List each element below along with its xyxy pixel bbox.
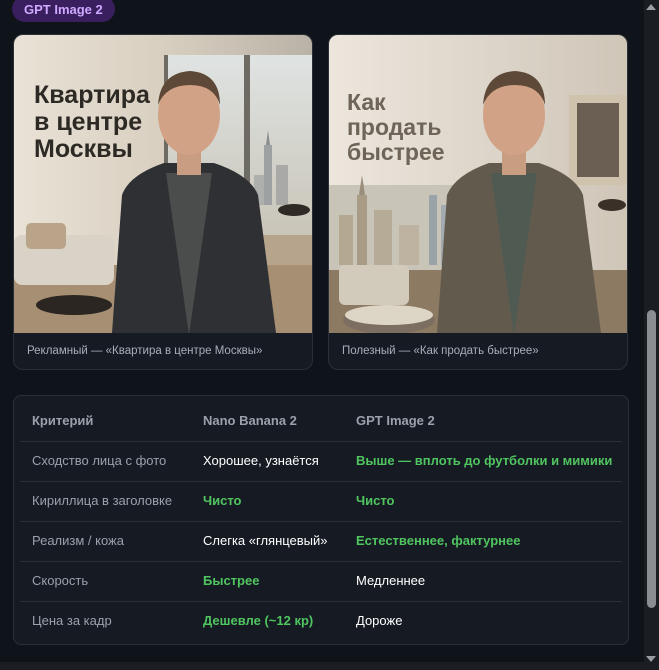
row-gpt-value: Естественнее, фактурнее	[356, 533, 521, 548]
header-criterion: Критерий	[32, 413, 94, 428]
row-nano-value: Быстрее	[203, 573, 260, 588]
row-criterion: Сходство лица с фото	[32, 453, 167, 468]
generated-image-useful: Как продать быстрее	[329, 35, 627, 333]
row-criterion: Скорость	[32, 573, 89, 588]
table-row: Кириллица в заголовке Чисто Чисто	[20, 481, 622, 522]
row-criterion: Реализм / кожа	[32, 533, 124, 548]
table-row: Реализм / кожа Слегка «глянцевый» Естест…	[20, 521, 622, 562]
header-gpt-image: GPT Image 2	[356, 413, 435, 428]
image-card-useful[interactable]: Как продать быстрее Полезный — «Как прод…	[328, 34, 628, 370]
generated-image-ad: Квартира в центре Москвы	[14, 35, 312, 333]
svg-text:продать: продать	[347, 114, 441, 140]
scrollbar-thumb[interactable]	[647, 310, 656, 608]
caption-ad: Рекламный — «Квартира в центре Москвы»	[27, 345, 263, 357]
row-criterion: Цена за кадр	[32, 613, 112, 628]
scroll-up-arrow-icon[interactable]	[646, 4, 656, 10]
row-nano-value: Дешевле (~12 кр)	[203, 613, 314, 628]
svg-text:Как: Как	[347, 89, 386, 115]
table-row: Сходство лица с фото Хорошее, узнаётся В…	[20, 441, 622, 482]
row-criterion: Кириллица в заголовке	[32, 493, 173, 508]
table-header: Критерий Nano Banana 2 GPT Image 2	[20, 401, 622, 442]
image-card-ad[interactable]: Квартира в центре Москвы Рекламный — «Кв…	[13, 34, 313, 370]
row-nano-value: Хорошее, узнаётся	[203, 453, 319, 468]
row-gpt-value: Дороже	[356, 613, 403, 628]
scroll-down-arrow-icon[interactable]	[646, 656, 656, 662]
row-nano-value: Чисто	[203, 493, 242, 508]
comparison-table: Критерий Nano Banana 2 GPT Image 2 Сходс…	[13, 395, 629, 645]
row-nano-value: Слегка «глянцевый»	[203, 533, 328, 548]
table-row: Скорость Быстрее Медленнее	[20, 561, 622, 602]
caption-useful: Полезный — «Как продать быстрее»	[342, 345, 539, 357]
row-gpt-value: Медленнее	[356, 573, 426, 588]
svg-text:Москвы: Москвы	[34, 135, 133, 163]
row-gpt-value: Выше — вплоть до футболки и мимики	[356, 453, 613, 468]
svg-text:быстрее: быстрее	[347, 139, 445, 165]
bottom-bar	[0, 662, 644, 670]
svg-text:Квартира: Квартира	[34, 81, 151, 109]
svg-text:в центре: в центре	[34, 108, 142, 136]
row-gpt-value: Чисто	[356, 493, 395, 508]
model-badge: GPT Image 2	[12, 0, 115, 22]
table-row: Цена за кадр Дешевле (~12 кр) Дороже	[20, 601, 622, 641]
header-nano-banana: Nano Banana 2	[203, 413, 297, 428]
